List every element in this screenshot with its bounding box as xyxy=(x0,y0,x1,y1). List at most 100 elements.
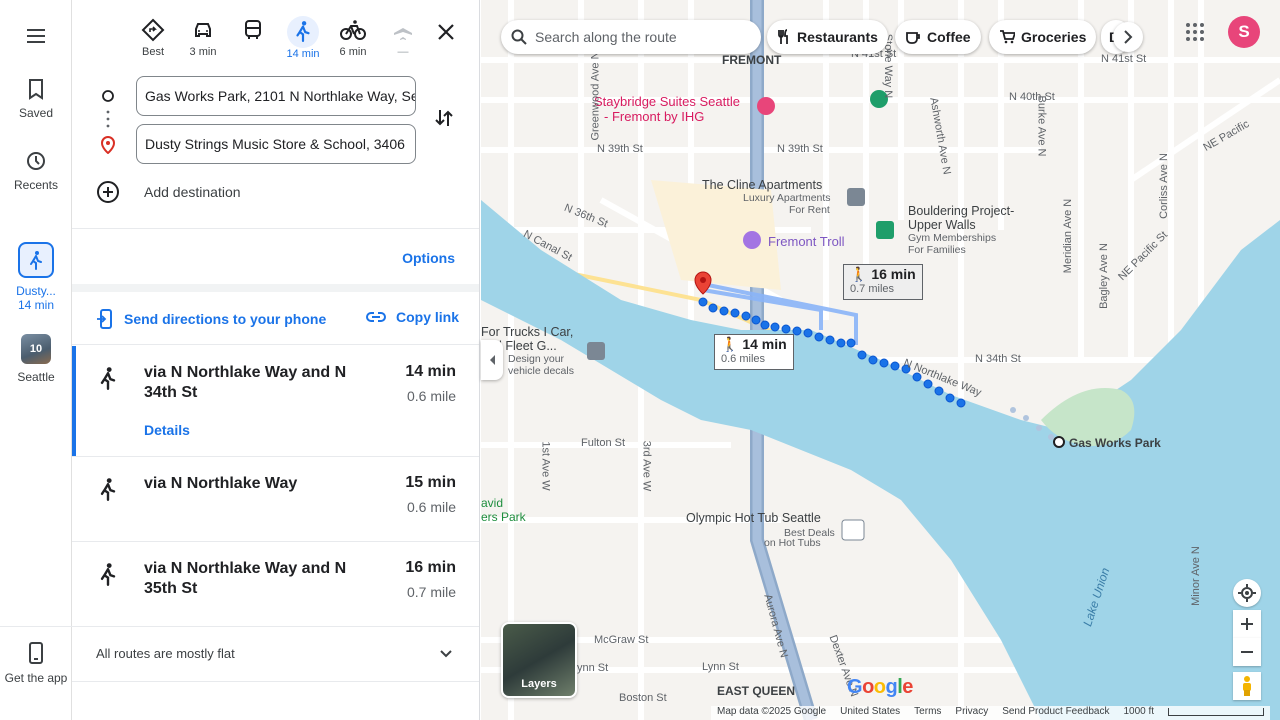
phone-icon xyxy=(29,642,43,664)
search-icon xyxy=(511,29,527,45)
divider xyxy=(72,626,479,627)
hamburger-icon xyxy=(27,29,45,43)
bus-icon xyxy=(245,20,261,39)
walking-mode-highlight xyxy=(287,16,319,48)
get-app-button[interactable]: Get the app xyxy=(0,642,72,686)
maps-app: Saved Recents Dusty... 14 min 10 Seattle… xyxy=(0,0,1280,720)
send-to-phone-label: Send directions to your phone xyxy=(124,311,327,327)
street-label: N 39th St xyxy=(597,143,643,155)
saved-label: Saved xyxy=(18,106,54,120)
scale-label[interactable]: 1000 ft xyxy=(1124,706,1155,720)
poi-bouldering-label-2[interactable]: Upper Walls xyxy=(908,218,976,232)
zoom-in-button[interactable] xyxy=(1233,610,1261,638)
mode-best[interactable]: Best xyxy=(128,16,178,64)
neighborhood-label: FREMONT xyxy=(722,53,782,67)
mode-transit[interactable] xyxy=(228,16,278,64)
divider xyxy=(72,344,479,345)
route-name: via N Northlake Way and N 34th St xyxy=(144,364,347,401)
poi-gasworks-label[interactable]: Gas Works Park xyxy=(1069,436,1161,450)
walking-icon xyxy=(296,21,310,42)
poi-hottub-label[interactable]: Olympic Hot Tub Seattle xyxy=(686,511,821,525)
search-placeholder: Search along the route xyxy=(535,29,677,45)
mode-walking-label: 14 min xyxy=(286,48,320,60)
saved-button[interactable]: Saved xyxy=(0,78,72,120)
route-option-1[interactable]: via N Northlake Way and N 34th St 14 min… xyxy=(72,346,479,456)
callout-walk-icon: 🚶 xyxy=(850,266,872,282)
feedback-link[interactable]: Send Product Feedback xyxy=(1002,706,1109,720)
chip-coffee[interactable]: Coffee xyxy=(895,20,981,54)
send-to-phone-button[interactable]: Send directions to your phone xyxy=(96,309,326,329)
chip-groceries[interactable]: Groceries xyxy=(989,20,1097,54)
recents-label: Recents xyxy=(13,178,59,192)
route-time: 15 min xyxy=(405,474,456,491)
poi-staybridge-label[interactable]: Staybridge Suites Seattle xyxy=(594,94,740,109)
poi-trucks-label[interactable]: For Trucks I Car, xyxy=(481,325,573,339)
copy-link-button[interactable]: Copy link xyxy=(366,309,459,325)
poi-staybridge-label-2[interactable]: - Fremont by IHG xyxy=(604,109,704,124)
my-location-button[interactable] xyxy=(1233,579,1261,607)
layers-label: Layers xyxy=(521,678,557,690)
region-link[interactable]: United States xyxy=(840,706,900,720)
route-option-2[interactable]: via N Northlake Way 15 min 0.6 mile xyxy=(72,457,479,541)
poi-trucks-sub-2: vehicle decals xyxy=(508,365,574,377)
poi-bouldering-label[interactable]: Bouldering Project- xyxy=(908,204,1014,218)
menu-button[interactable] xyxy=(0,24,72,54)
route-option-3[interactable]: via N Northlake Way and N 35th St 16 min… xyxy=(72,542,479,626)
connector-dots xyxy=(106,110,110,128)
destination-input[interactable]: Dusty Strings Music Store & School, 3406 xyxy=(136,124,416,164)
callout-alt-dist: 0.7 miles xyxy=(850,283,895,295)
seattle-item[interactable]: 10 Seattle xyxy=(0,334,72,384)
chip-label: Coffee xyxy=(927,29,971,45)
mode-driving[interactable]: 3 min xyxy=(178,16,228,64)
elevation-note: All routes are mostly flat xyxy=(96,646,235,661)
origin-input[interactable]: Gas Works Park, 2101 N Northlake Way, Se… xyxy=(136,76,416,116)
route-name: via N Northlake Way xyxy=(144,475,298,492)
zoom-out-button[interactable] xyxy=(1233,638,1261,666)
neighborhood-label: EAST QUEEN xyxy=(717,684,796,698)
route-callout-main[interactable]: 🚶 14 min 0.6 miles xyxy=(714,334,794,370)
history-icon xyxy=(27,152,45,170)
chip-label: Groceries xyxy=(1021,29,1087,45)
map-canvas[interactable]: FREMONT N 41st St N 41st St N 40th St N … xyxy=(481,0,1280,720)
street-label: 3rd Ave W xyxy=(640,440,653,492)
mode-flights[interactable]: — xyxy=(378,16,428,64)
mode-cycling[interactable]: 6 min xyxy=(328,16,378,64)
poi-trucks-sub: Design your xyxy=(508,353,565,365)
privacy-link[interactable]: Privacy xyxy=(955,706,988,720)
route-callout-alt[interactable]: 🚶 16 min 0.7 miles xyxy=(843,264,923,300)
apps-grid-icon[interactable] xyxy=(1185,22,1205,42)
google-logo: Google xyxy=(847,676,913,698)
map-data-credit: Map data ©2025 Google xyxy=(717,706,827,717)
poi-troll-label[interactable]: Fremont Troll xyxy=(768,234,845,249)
poi-cline-label[interactable]: The Cline Apartments xyxy=(702,178,822,192)
options-button[interactable]: Options xyxy=(402,250,455,266)
left-rail: Saved Recents Dusty... 14 min 10 Seattle… xyxy=(0,0,72,720)
callout-walk-icon: 🚶 xyxy=(721,336,743,352)
recent-route-item[interactable]: Dusty... 14 min xyxy=(0,242,72,312)
seattle-thumbnail: 10 xyxy=(21,334,51,364)
street-view-button[interactable] xyxy=(1233,672,1261,700)
search-along-route[interactable]: Search along the route xyxy=(501,20,761,54)
route-name: via N Northlake Way and N 35th St xyxy=(144,560,347,597)
terms-link[interactable]: Terms xyxy=(914,706,941,720)
add-destination-button[interactable]: Add destination xyxy=(96,180,241,204)
account-avatar[interactable]: S xyxy=(1228,16,1260,48)
details-link[interactable]: Details xyxy=(144,422,190,438)
collapse-panel-button[interactable] xyxy=(481,340,503,380)
route-distance: 0.6 mile xyxy=(406,499,456,515)
chevron-right-icon xyxy=(1124,30,1133,44)
layers-button[interactable]: Layers xyxy=(501,622,577,698)
street-label: ynn St xyxy=(577,662,609,674)
close-icon[interactable] xyxy=(434,20,458,44)
location-target-icon xyxy=(1238,584,1256,602)
route-item-name: Dusty... xyxy=(16,284,56,298)
swap-icon[interactable] xyxy=(432,106,456,130)
chip-label: Restaurants xyxy=(797,29,878,45)
chip-restaurants[interactable]: Restaurants xyxy=(767,20,888,54)
add-circle-icon xyxy=(97,181,119,203)
mode-walking[interactable]: 14 min xyxy=(278,16,328,64)
chevron-down-icon[interactable] xyxy=(437,644,455,662)
chips-next-button[interactable] xyxy=(1113,22,1143,52)
recents-button[interactable]: Recents xyxy=(0,150,72,192)
street-label: N 40th St xyxy=(1009,91,1055,103)
